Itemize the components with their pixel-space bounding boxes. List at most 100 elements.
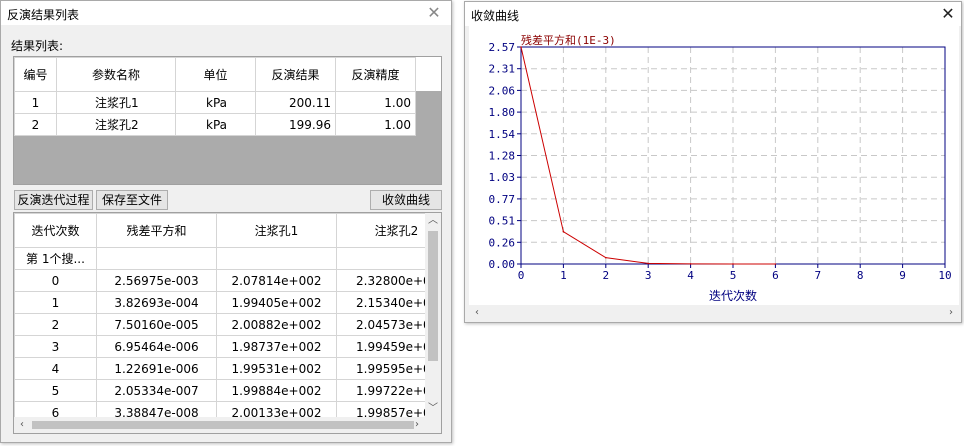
x-tick-label: 5: [730, 269, 737, 282]
cell-param-name: 注浆孔2: [56, 113, 176, 136]
data-point: [647, 262, 649, 265]
cell-iteration: 3: [14, 335, 97, 358]
cell-residual: 2.56975e-003: [96, 269, 217, 292]
x-tick-label: 8: [857, 269, 864, 282]
cell-residual: 1.22691e-006: [96, 357, 217, 380]
x-tick-label: 6: [772, 269, 779, 282]
data-point: [562, 230, 565, 233]
iter-table-area: 迭代次数 残差平方和 注浆孔1 注浆孔2 第 1个搜... 0 2.56975e…: [13, 212, 442, 434]
data-point: [732, 263, 734, 265]
cell-iteration: 0: [14, 269, 97, 292]
y-tick-label: 0.77: [489, 193, 516, 206]
vertical-scroll-thumb[interactable]: [428, 231, 438, 361]
vertical-scrollbar[interactable]: ︿ ﹀: [425, 213, 441, 417]
results-window: 反演结果列表 ✕ 结果列表: 编号 参数名称 单位 反演结果 反演精度 1 注浆…: [0, 0, 452, 443]
cell-hole1: 1.99884e+002: [216, 379, 337, 402]
horizontal-scroll-thumb[interactable]: [32, 421, 414, 429]
table-row[interactable]: 2 注浆孔2 kPa 199.96 1.00: [14, 113, 416, 136]
cell-precision: 1.00: [335, 113, 416, 136]
table-row[interactable]: 1 3.82693e-004 1.99405e+002 2.15340e+00: [14, 291, 441, 314]
cell-id: 1: [14, 91, 57, 114]
table-row[interactable]: 1 注浆孔1 kPa 200.11 1.00: [14, 91, 416, 114]
horizontal-scrollbar[interactable]: ‹ ›: [14, 417, 425, 433]
x-tick-label: 4: [687, 269, 694, 282]
cell-iteration: 5: [14, 379, 97, 402]
cell-id: 2: [14, 113, 57, 136]
x-tick-label: 0: [518, 269, 525, 282]
scroll-right-icon[interactable]: ›: [411, 419, 423, 431]
y-tick-label: 1.80: [489, 106, 516, 119]
table-row[interactable]: 3 6.95464e-006 1.98737e+002 1.99459e+00: [14, 335, 441, 358]
y-tick-label: 2.31: [489, 63, 516, 76]
convergence-window-titlebar[interactable]: 收敛曲线 ✕: [465, 2, 961, 26]
x-tick-label: 2: [602, 269, 609, 282]
y-tick-label: 1.03: [489, 171, 516, 184]
cell-result: 200.11: [255, 91, 336, 114]
cell-unit: kPa: [175, 91, 256, 114]
scroll-right-icon[interactable]: ›: [945, 307, 957, 319]
table-row[interactable]: 0 2.56975e-003 2.07814e+002 2.32800e+00: [14, 269, 441, 292]
cell-hole1: 1.99405e+002: [216, 291, 337, 314]
data-point: [605, 256, 607, 259]
x-tick-label: 9: [899, 269, 906, 282]
cell-search-group: 第 1个搜...: [14, 247, 97, 270]
table-row[interactable]: 第 1个搜...: [14, 247, 441, 270]
chart-horizontal-scrollbar[interactable]: ‹ ›: [469, 305, 959, 321]
data-point: [774, 263, 777, 265]
scroll-left-icon[interactable]: ‹: [471, 307, 483, 319]
data-point: [689, 263, 692, 265]
cell-unit: kPa: [175, 113, 256, 136]
results-window-titlebar[interactable]: 反演结果列表 ✕: [1, 1, 451, 25]
y-tick-label: 0.00: [489, 258, 516, 271]
cell-residual: 7.50160e-005: [96, 313, 217, 336]
y-tick-label: 0.26: [489, 236, 516, 249]
table-row[interactable]: 5 2.05334e-007 1.99884e+002 1.99722e+00: [14, 379, 441, 402]
cell-iteration: 1: [14, 291, 97, 314]
cell-param-name: 注浆孔1: [56, 91, 176, 114]
iter-table: 迭代次数 残差平方和 注浆孔1 注浆孔2 第 1个搜... 0 2.56975e…: [14, 213, 441, 424]
cell-precision: 1.00: [335, 91, 416, 114]
scroll-down-icon[interactable]: ﹀: [425, 403, 441, 415]
iter-process-button[interactable]: 反演迭代过程: [14, 190, 93, 210]
params-table: 编号 参数名称 单位 反演结果 反演精度 1 注浆孔1 kPa 200.11 1…: [14, 57, 416, 136]
col-header-hole1[interactable]: 注浆孔1: [216, 213, 337, 248]
col-header-precision[interactable]: 反演精度: [335, 57, 416, 92]
cell-iteration: 2: [14, 313, 97, 336]
close-icon[interactable]: ✕: [425, 4, 443, 22]
cell-residual: 3.82693e-004: [96, 291, 217, 314]
y-tick-label: 2.57: [489, 41, 516, 54]
save-file-button[interactable]: 保存至文件: [96, 190, 168, 210]
x-tick-label: 3: [645, 269, 652, 282]
x-tick-label: 1: [560, 269, 567, 282]
col-header-iteration[interactable]: 迭代次数: [14, 213, 97, 248]
cell-hole1: 2.00882e+002: [216, 313, 337, 336]
x-tick-label: 10: [938, 269, 951, 282]
chart-title: 残差平方和(1E-3): [521, 33, 616, 47]
table-row[interactable]: 2 7.50160e-005 2.00882e+002 2.04573e+00: [14, 313, 441, 336]
convergence-curve-button[interactable]: 收敛曲线: [370, 190, 442, 210]
col-header-unit[interactable]: 单位: [175, 57, 256, 92]
y-tick-label: 1.28: [489, 150, 516, 163]
col-header-result[interactable]: 反演结果: [255, 57, 336, 92]
scroll-left-icon[interactable]: ‹: [16, 419, 28, 431]
convergence-chart: 残差平方和(1E-3) 迭代次数 0.00 0.26 0.51 0.77 1.03 1.2…: [489, 33, 952, 303]
x-tick-label: 7: [814, 269, 821, 282]
col-header-residual[interactable]: 残差平方和: [96, 213, 217, 248]
chart-panel: 残差平方和(1E-3) 迭代次数 0.00 0.26 0.51 0.77 1.03 1.2…: [469, 26, 959, 306]
x-axis-label: 迭代次数: [709, 288, 757, 303]
result-list-label: 结果列表:: [11, 39, 64, 53]
data-point: [520, 46, 522, 48]
convergence-window: 收敛曲线 ✕ 残差平方和(1E-3) 迭代次数 0.00 0.26 0.51 0.77…: [464, 1, 962, 323]
cell-result: 199.96: [255, 113, 336, 136]
col-header-id[interactable]: 编号: [14, 57, 57, 92]
scroll-up-icon[interactable]: ︿: [425, 215, 441, 227]
convergence-window-title: 收敛曲线: [471, 9, 520, 23]
cell-residual: 2.05334e-007: [96, 379, 217, 402]
table-row[interactable]: 4 1.22691e-006 1.99531e+002 1.99595e+00: [14, 357, 441, 380]
close-icon[interactable]: ✕: [939, 5, 957, 23]
scroll-corner: [425, 417, 441, 433]
y-tick-label: 2.06: [489, 84, 516, 97]
col-header-param-name[interactable]: 参数名称: [56, 57, 176, 92]
y-tick-label: 1.54: [489, 128, 516, 141]
cell-hole1: 1.99531e+002: [216, 357, 337, 380]
